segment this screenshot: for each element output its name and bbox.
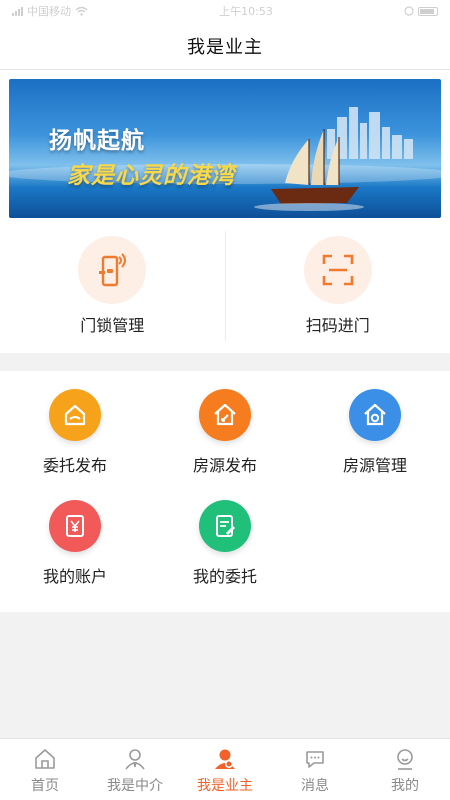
top-actions: 门锁管理 扫码进门	[0, 218, 450, 353]
signal-icon	[12, 6, 23, 16]
home-icon	[32, 746, 58, 772]
banner-slogan-1: 扬帆起航	[49, 127, 145, 154]
page-title: 我是业主	[187, 36, 263, 58]
banner-slogan-2: 家是心灵的港湾	[67, 162, 235, 189]
lock-management-label: 门锁管理	[80, 315, 145, 335]
alarm-icon	[404, 6, 414, 16]
scan-entry-label: 扫码进门	[305, 315, 370, 335]
message-icon	[302, 746, 328, 772]
scan-icon	[303, 235, 372, 304]
my-delegate-icon	[199, 500, 251, 552]
tab-bar: 首页 我是中介 我是业主 消息 我的	[0, 738, 450, 800]
delegate-publish-button[interactable]: 委托发布	[0, 389, 150, 500]
my-delegate-button[interactable]: 我的委托	[150, 500, 300, 611]
tab-profile-label: 我的	[391, 778, 419, 794]
tab-messages-label: 消息	[301, 778, 329, 794]
house-publish-button[interactable]: 房源发布	[150, 389, 300, 500]
my-delegate-label: 我的委托	[192, 567, 257, 586]
status-time: 上午10:53	[219, 5, 273, 18]
tab-home-label: 首页	[31, 778, 59, 794]
banner[interactable]: 扬帆起航 家是心灵的港湾	[9, 79, 441, 218]
status-left: 中国移动	[12, 3, 88, 19]
grid-row: 委托发布 房源发布 房源管理	[0, 389, 450, 500]
tab-owner[interactable]: 我是业主	[180, 739, 270, 800]
profile-icon	[392, 746, 418, 772]
owner-icon	[212, 746, 238, 772]
my-account-button[interactable]: 我的账户	[0, 500, 150, 611]
agent-icon	[122, 746, 148, 772]
my-account-label: 我的账户	[42, 567, 107, 586]
banner-container: 扬帆起航 家是心灵的港湾	[0, 70, 450, 218]
nav-bar: 我是业主	[0, 22, 450, 70]
status-right	[404, 6, 438, 16]
delegate-publish-icon	[49, 389, 101, 441]
house-publish-icon	[199, 389, 251, 441]
tab-home[interactable]: 首页	[0, 739, 90, 800]
section-gap	[0, 353, 450, 371]
house-manage-label: 房源管理	[342, 456, 407, 475]
tab-owner-label: 我是业主	[197, 778, 253, 794]
delegate-publish-label: 委托发布	[42, 456, 107, 475]
tab-messages[interactable]: 消息	[270, 739, 360, 800]
carrier-text: 中国移动	[27, 5, 71, 18]
tab-agent-label: 我是中介	[107, 778, 163, 794]
house-publish-label: 房源发布	[192, 456, 257, 475]
house-manage-icon	[349, 389, 401, 441]
scan-entry-button[interactable]: 扫码进门	[226, 231, 450, 341]
battery-icon	[417, 6, 438, 16]
house-manage-button[interactable]: 房源管理	[300, 389, 450, 500]
grid-row: 我的账户 我的委托	[0, 500, 450, 611]
tab-profile[interactable]: 我的	[360, 739, 450, 800]
wallet-icon	[49, 500, 101, 552]
smart-lock-icon	[78, 235, 147, 304]
lock-management-button[interactable]: 门锁管理	[0, 231, 225, 341]
tab-agent[interactable]: 我是中介	[90, 739, 180, 800]
status-bar: 中国移动 上午10:53	[0, 0, 450, 22]
function-grid: 委托发布 房源发布 房源管理 我的账户 我的委托	[0, 371, 450, 612]
wifi-icon	[75, 6, 88, 16]
